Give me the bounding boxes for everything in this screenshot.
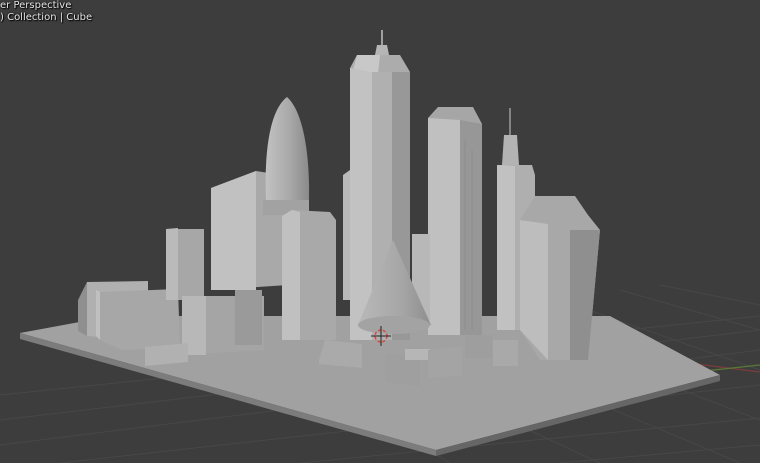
viewport-collection-info: ) Collection | Cube	[0, 12, 93, 23]
scene-render[interactable]	[0, 0, 760, 463]
viewport-view-name: er Perspective	[0, 0, 72, 11]
building-slab-left[interactable]	[166, 228, 204, 300]
3d-viewport[interactable]: er Perspective ) Collection | Cube	[0, 0, 760, 463]
building-right-front[interactable]	[520, 196, 600, 360]
low-block-front-left[interactable]	[145, 343, 188, 366]
low-block-left[interactable]	[182, 290, 264, 355]
building-stepped-mid[interactable]	[282, 210, 336, 340]
gherkin-tower[interactable]	[263, 97, 310, 215]
slab-tower[interactable]	[428, 107, 482, 335]
